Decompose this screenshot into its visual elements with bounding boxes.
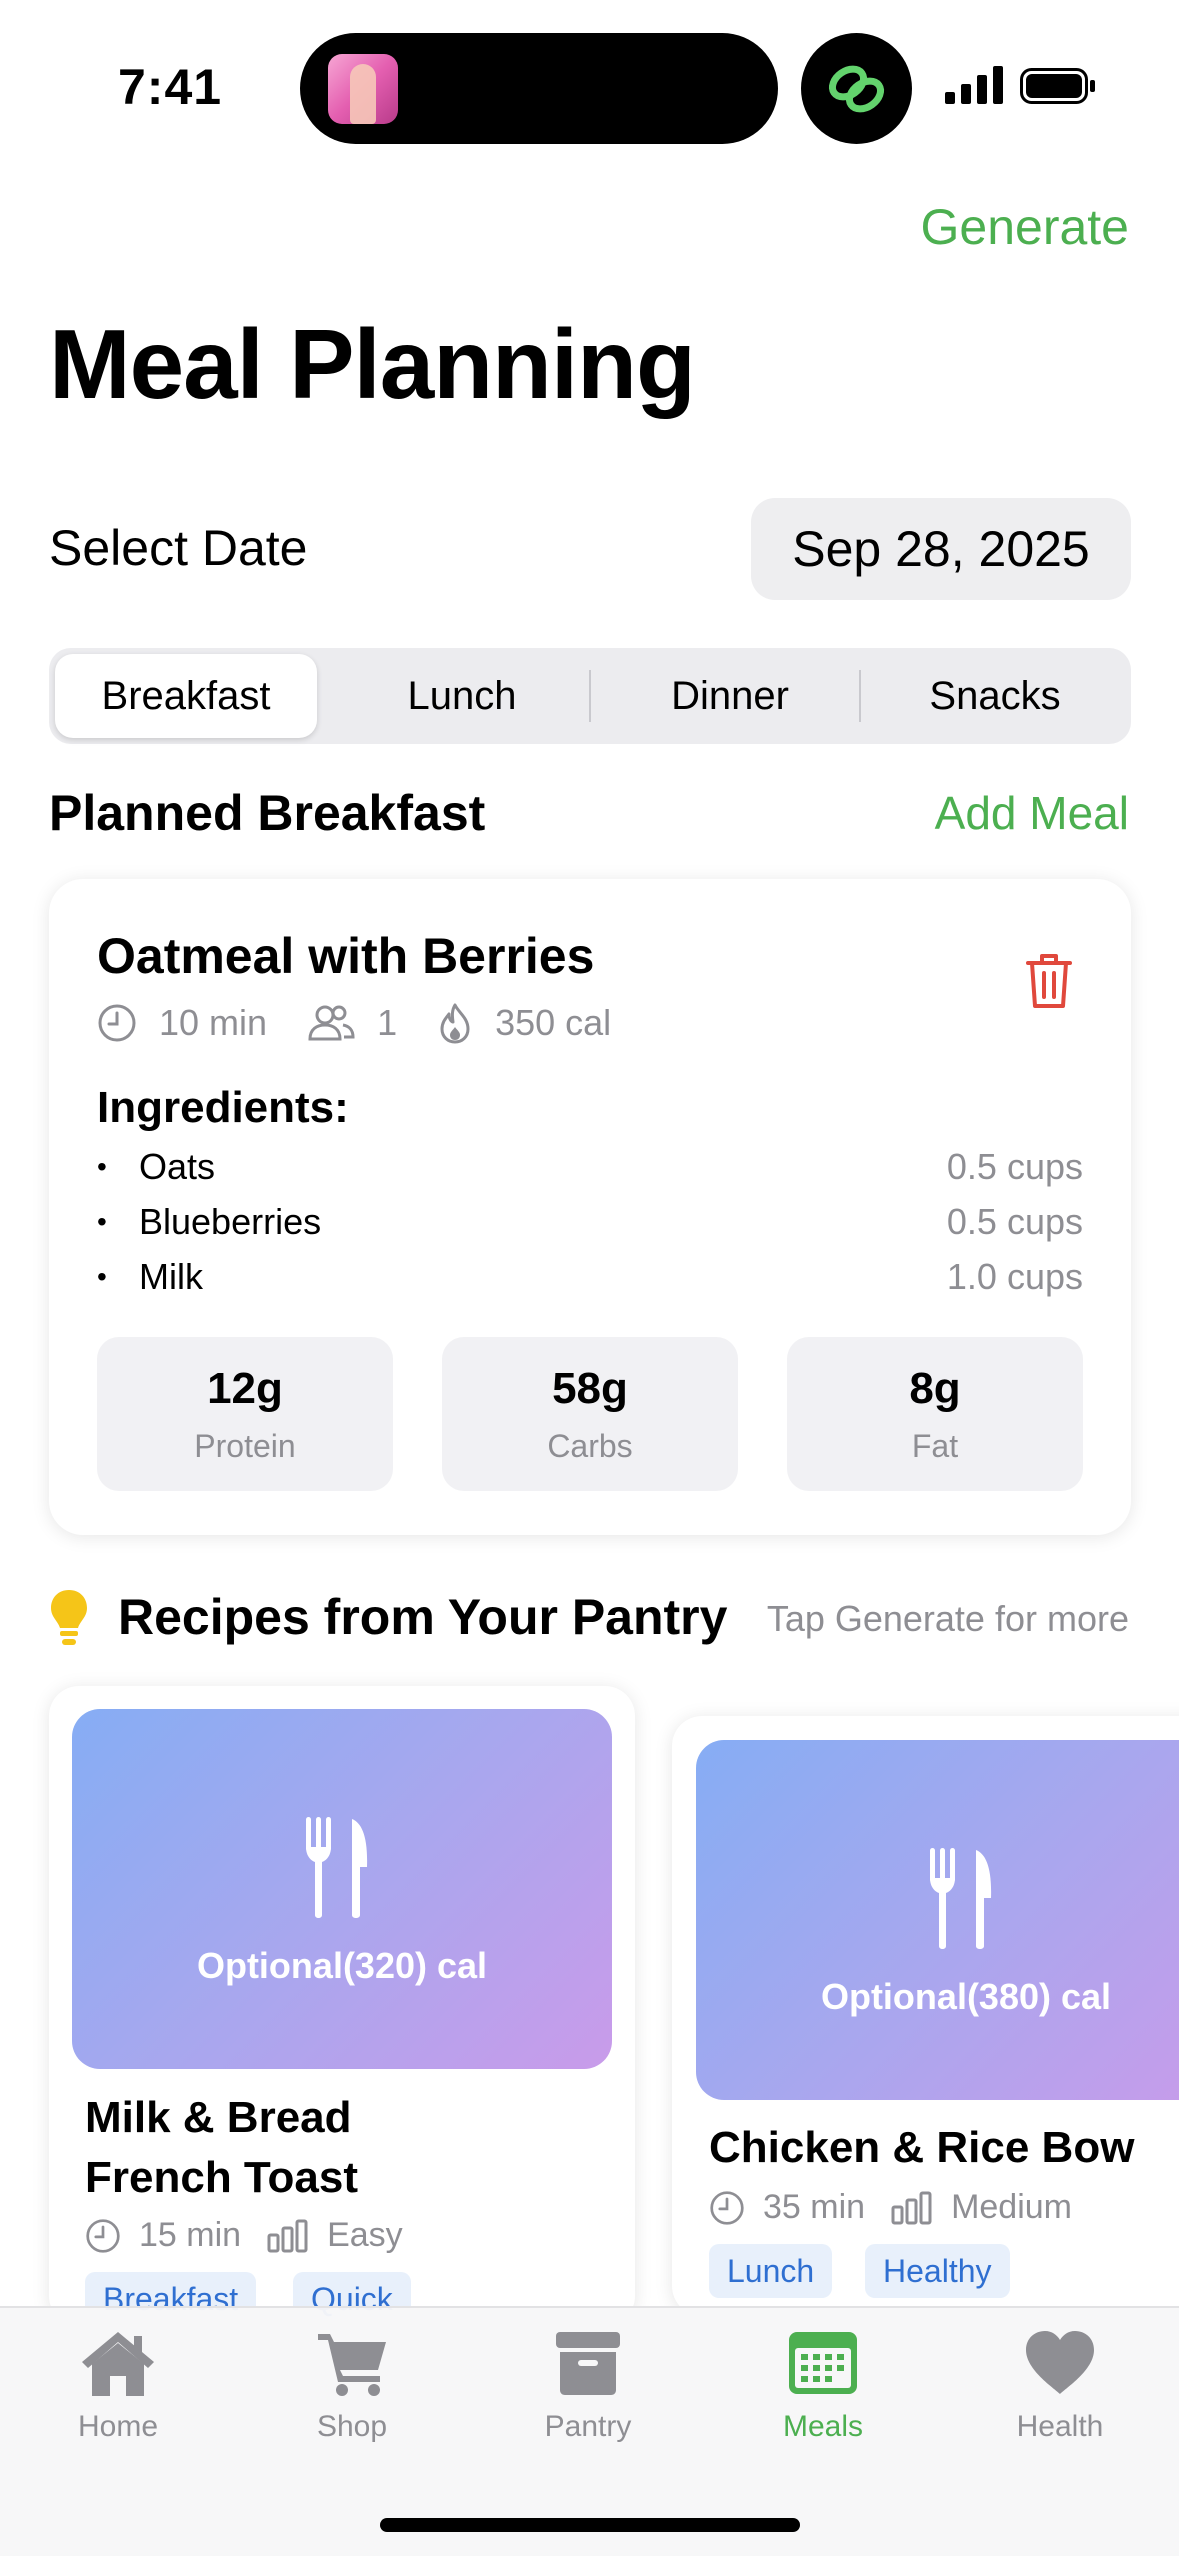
segment-breakfast[interactable]: Breakfast [55,654,317,738]
macro-carbs: 58g Carbs [442,1337,738,1491]
link-icon [828,65,885,113]
macro-value: 8g [909,1363,961,1413]
dynamic-island [300,33,778,144]
ingredient-amount: 0.5 cups [946,1146,1083,1187]
macro-label: Fat [911,1427,959,1464]
tab-label: Shop [316,2410,388,2443]
calendar-icon [789,2332,857,2394]
recipe-difficulty: Easy [327,2216,403,2254]
tab-health[interactable]: Health [970,2328,1150,2444]
ingredient-row: • Blueberries 0.5 cups [97,1196,1083,1248]
ingredient-amount: 1.0 cups [946,1256,1083,1297]
recipe-meta: 15 min Easy [85,2216,429,2255]
meal-calories: 350 cal [495,1002,612,1043]
tab-label: Health [1016,2410,1104,2443]
macro-protein: 12g Protein [97,1337,393,1491]
app-link-indicator [801,33,912,144]
clock-icon [710,2190,744,2225]
macro-fat: 8g Fat [787,1337,1083,1491]
meal-type-segmented-control: Breakfast Lunch Dinner Snacks [49,648,1131,744]
cellular-signal-icon [945,66,1003,104]
clock-icon [98,1004,136,1042]
add-meal-button[interactable]: Add Meal [935,786,1129,840]
date-picker[interactable]: Sep 28, 2025 [751,498,1131,600]
tab-meals[interactable]: Meals [733,2328,913,2444]
trash-icon[interactable] [1025,951,1073,1011]
macro-value: 12g [207,1363,283,1413]
recipe-time: 35 min [763,2188,866,2226]
pantry-section-title: Recipes from Your Pantry [118,1589,728,1645]
ingredient-row: • Oats 0.5 cups [97,1141,1083,1193]
select-date-label: Select Date [49,520,308,576]
planned-meal-card: Oatmeal with Berries 10 min 1 350 cal In… [49,879,1131,1535]
macro-value: 58g [552,1363,628,1413]
ingredient-name: Blueberries [139,1201,322,1242]
recipe-name: Chicken & Rice Bow [709,2123,1135,2172]
clock-icon [86,2218,120,2253]
tab-label: Meals [782,2410,864,2443]
difficulty-bars-icon [267,2219,308,2252]
ingredient-amount: 0.5 cups [946,1201,1083,1242]
generate-button[interactable]: Generate [921,198,1129,256]
recipe-name: Milk & Bread [85,2093,352,2142]
bullet: • [97,1261,107,1292]
fork-knife-icon [930,1848,992,1949]
segment-dinner[interactable]: Dinner [595,654,865,738]
tab-pantry[interactable]: Pantry [498,2328,678,2444]
bullet: • [97,1151,107,1182]
recipe-image: Optional(380) cal [696,1740,1179,2100]
segment-lunch[interactable]: Lunch [331,654,593,738]
cart-icon [318,2334,386,2396]
tab-label: Home [77,2410,159,2443]
now-playing-artwork [328,54,398,124]
recipe-calories: Optional(380) cal [820,1976,1112,2017]
lightbulb-icon [51,1590,87,1645]
recipe-tag: Lunch [709,2244,833,2298]
recipe-card[interactable]: Optional(380) cal Chicken & Rice Bow 35 … [672,1716,1179,2316]
ingredient-row: • Milk 1.0 cups [97,1251,1083,1303]
page-title: Meal Planning [49,309,696,419]
meal-servings: 1 [377,1002,398,1043]
meal-meta: 10 min 1 350 cal [97,999,651,1047]
ingredients-header: Ingredients: [97,1083,349,1132]
recipe-difficulty: Medium [951,2188,1072,2226]
planned-section-title: Planned Breakfast [49,785,486,841]
recipe-name: French Toast [85,2153,359,2202]
meal-name: Oatmeal with Berries [97,928,595,984]
fork-knife-icon [306,1817,368,1918]
bullet: • [97,1206,107,1237]
heart-icon [1026,2331,1094,2394]
recipe-tag: Healthy [865,2244,1010,2298]
recipe-time: 15 min [139,2216,242,2254]
recipe-image: Optional(320) cal [72,1709,612,2069]
macro-label: Carbs [547,1427,633,1464]
segment-divider [859,670,861,722]
recipe-calories: Optional(320) cal [196,1945,488,1986]
status-time: 7:41 [118,59,223,115]
flame-icon [440,1003,470,1044]
house-icon [82,2332,154,2396]
segment-divider [589,670,591,722]
ingredient-name: Milk [139,1256,203,1297]
meal-time: 10 min [159,1002,268,1043]
macro-label: Protein [194,1427,296,1464]
pantry-hint: Tap Generate for more [766,1598,1129,1639]
tab-shop[interactable]: Shop [262,2328,442,2444]
tab-label: Pantry [544,2410,632,2443]
recipe-card[interactable]: Optional(320) cal Milk & Bread French To… [49,1686,635,2326]
segment-snacks[interactable]: Snacks [865,654,1125,738]
difficulty-bars-icon [891,2191,932,2224]
home-indicator [380,2518,800,2532]
battery-icon [1020,68,1095,104]
tab-home[interactable]: Home [28,2328,208,2444]
people-icon [308,1005,355,1041]
recipe-meta: 35 min Medium [709,2188,1098,2227]
ingredient-name: Oats [139,1146,216,1187]
archivebox-icon [556,2332,620,2395]
